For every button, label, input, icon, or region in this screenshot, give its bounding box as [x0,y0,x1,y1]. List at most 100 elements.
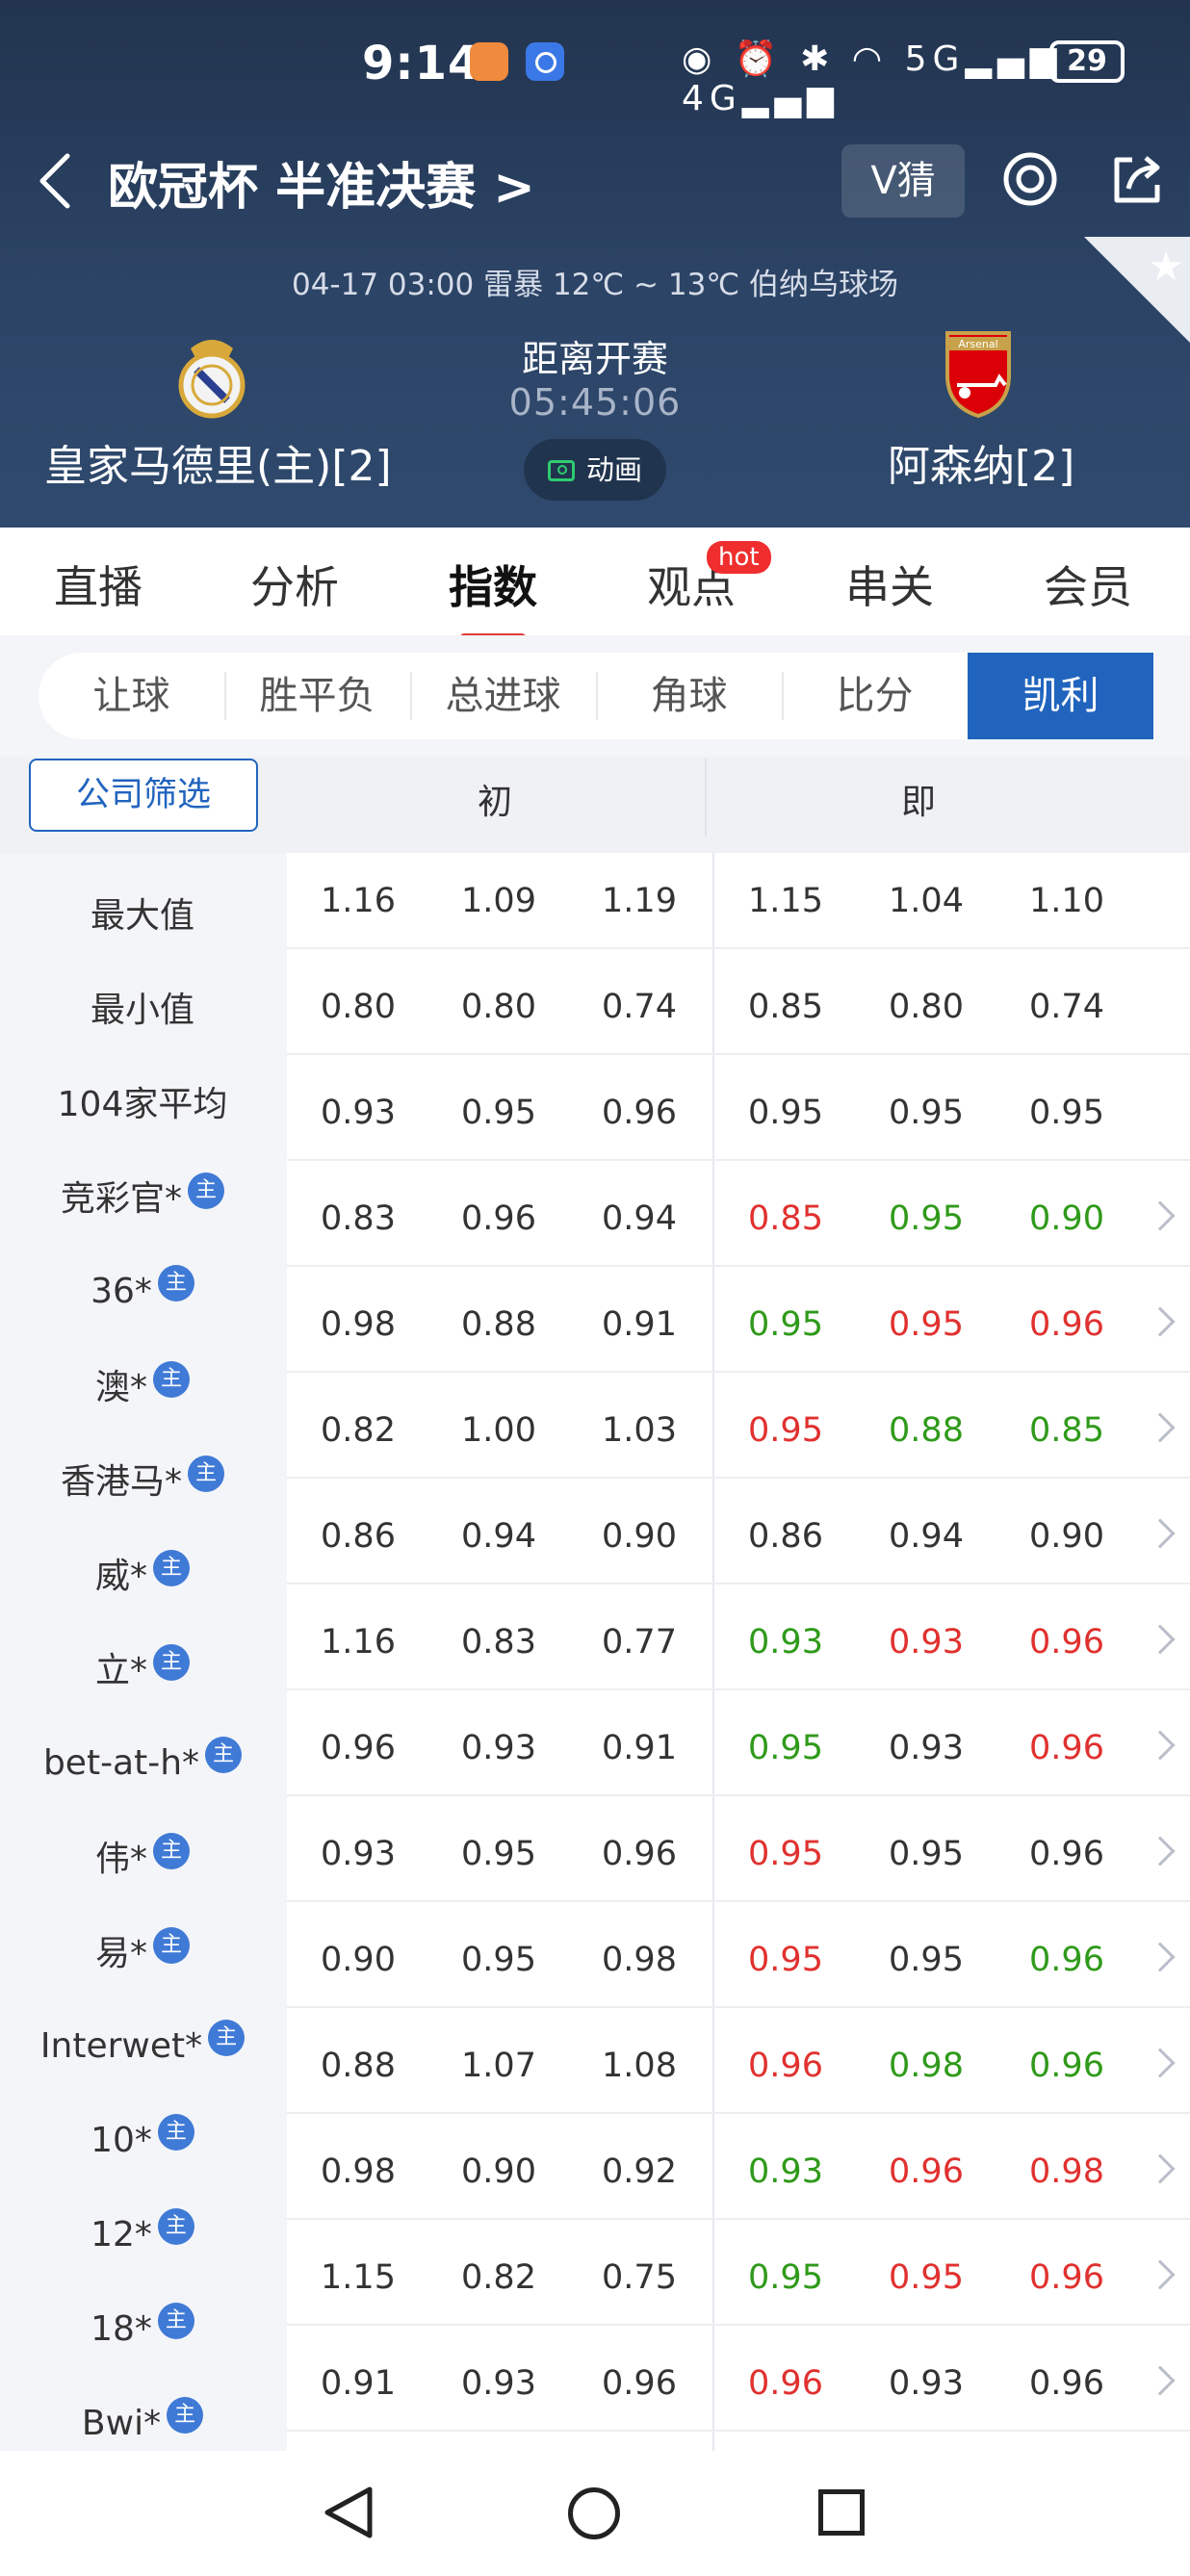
current-odds-cell: 0.96 [1029,1623,1104,1662]
company-label: 澳* [94,1368,147,1407]
subtab-1x2[interactable]: 胜平负 [224,653,410,739]
row-divider [287,947,1190,949]
company-name[interactable]: 竞彩官* 主 [0,1171,285,1221]
company-name[interactable]: 36* 主 [0,1265,285,1311]
current-odds-cell: 0.96 [1029,1941,1104,1979]
company-name[interactable]: 澳* 主 [0,1359,285,1409]
company-name[interactable]: 12* 主 [0,2208,285,2254]
company-label: 10* [91,2121,152,2160]
company-filter-button[interactable]: 公司筛选 [29,759,258,832]
share-icon[interactable] [1107,150,1165,208]
initial-odds-cell: 1.16 [321,1623,396,1662]
current-odds-cell: 0.93 [889,1729,964,1767]
current-odds-cell: 0.93 [889,1623,964,1662]
table-divider [712,853,714,2451]
initial-odds-cell: 0.93 [321,1835,396,1873]
initial-odds-cell: 0.88 [461,1305,536,1344]
home-badge: 主 [157,1265,194,1301]
subtab-handicap[interactable]: 让球 [39,653,224,739]
current-odds-cell: 0.85 [1029,1411,1104,1450]
initial-odds-cell: 0.86 [321,1517,396,1556]
competition-title[interactable]: 欧冠杯 半准决赛 > [108,146,535,219]
current-odds-cell: 0.95 [748,1305,823,1344]
current-odds-cell: 0.88 [889,1411,964,1450]
company-name[interactable]: 最大值 [0,888,285,938]
company-name[interactable]: bet-at-h* 主 [0,1737,285,1783]
company-label: 竞彩官* [60,1179,182,1219]
tab-analysis[interactable]: 分析 [250,553,339,616]
tab-index[interactable]: 指数 [449,553,537,641]
company-name[interactable]: 最小值 [0,982,285,1032]
company-label: 最大值 [90,896,194,936]
company-label: 伟* [94,1840,147,1879]
initial-odds-cell: 0.88 [321,2047,396,2085]
away-team-name: 阿森纳[2] [888,442,1075,491]
tab-member[interactable]: 会员 [1044,553,1132,616]
subtab-total-goals[interactable]: 总进球 [410,653,596,739]
home-badge: 主 [188,1172,224,1209]
system-nav-bar [0,2451,1190,2576]
row-divider [287,1900,1190,1902]
initial-odds-cell: 0.95 [461,1941,536,1979]
company-name[interactable]: 易* 主 [0,1925,285,1975]
subtab-score[interactable]: 比分 [782,653,968,739]
nav-back-icon[interactable] [320,2486,377,2539]
tab-parlay[interactable]: 串关 [845,553,934,616]
initial-odds-cell: 0.96 [602,1094,677,1132]
initial-odds-cell: 0.96 [602,2364,677,2403]
top-nav: 欧冠杯 半准决赛 > V猜 [0,135,1190,227]
initial-odds-cell: 0.98 [321,2152,396,2191]
nav-recents-icon[interactable] [818,2489,865,2536]
match-header: 9:14 ◉ ⏰ ✱ ◠ 5G▂▄▆ 4G▂▄▆ 29 欧冠杯 半准决赛 > V… [0,0,1190,528]
row-divider [287,1159,1190,1161]
current-odds-cell: 0.95 [748,1094,823,1132]
current-odds-cell: 0.95 [748,1729,823,1767]
home-badge: 主 [153,1550,190,1586]
hot-badge: hot [707,541,771,574]
tab-live[interactable]: 直播 [54,553,142,616]
back-arrow-icon[interactable] [33,152,79,210]
company-name[interactable]: Bwi* 主 [0,2397,285,2443]
row-divider [287,2006,1190,2008]
company-name[interactable]: 104家平均 [0,1076,285,1126]
current-odds-cell: 0.95 [889,1941,964,1979]
company-name[interactable]: 立* 主 [0,1642,285,1692]
row-divider [287,1583,1190,1584]
current-odds-cell: 1.15 [748,882,823,920]
initial-odds-cell: 0.90 [321,1941,396,1979]
subtab-corners[interactable]: 角球 [596,653,782,739]
current-odds-cell: 0.96 [748,2364,823,2403]
arsenal-logo-text: Arsenal [958,338,997,350]
initial-odds-cell: 0.82 [461,2258,536,2297]
nav-home-icon[interactable] [568,2487,620,2539]
company-label: 香港马* [60,1462,182,1502]
animation-button[interactable]: 动画 [524,439,666,501]
current-odds-cell: 0.95 [748,1411,823,1450]
initial-odds-cell: 0.82 [321,1411,396,1450]
initial-odds-cell: 0.96 [602,1835,677,1873]
company-label: 18* [91,2309,152,2349]
company-label: 立* [94,1651,147,1690]
current-odds-cell: 0.85 [748,988,823,1026]
initial-odds-cell: 0.93 [461,1729,536,1767]
current-odds-cell: 0.85 [748,1199,823,1238]
company-name[interactable]: 伟* 主 [0,1831,285,1881]
sub-tabs-bar: 让球 胜平负 总进球 角球 比分 凯利 [0,635,1190,757]
v-guess-button[interactable]: V猜 [841,144,965,218]
initial-odds-cell: 1.19 [602,882,677,920]
company-name[interactable]: Interwet* 主 [0,2020,285,2066]
company-name[interactable]: 香港马* 主 [0,1454,285,1504]
company-name[interactable]: 18* 主 [0,2303,285,2349]
subtab-kelly[interactable]: 凯利 [968,653,1153,739]
initial-odds-cell: 0.80 [461,988,536,1026]
company-name[interactable]: 10* 主 [0,2114,285,2160]
status-time: 9:14 [362,37,481,90]
target-icon[interactable] [1001,150,1059,208]
current-odds-cell: 0.96 [1029,1729,1104,1767]
current-odds-cell: 0.96 [1029,1835,1104,1873]
current-odds-cell: 0.74 [1029,988,1104,1026]
company-label: bet-at-h* [42,1743,200,1783]
company-name[interactable]: 威* 主 [0,1548,285,1598]
initial-odds-cell: 0.95 [461,1835,536,1873]
current-odds-cell: 0.96 [1029,2258,1104,2297]
